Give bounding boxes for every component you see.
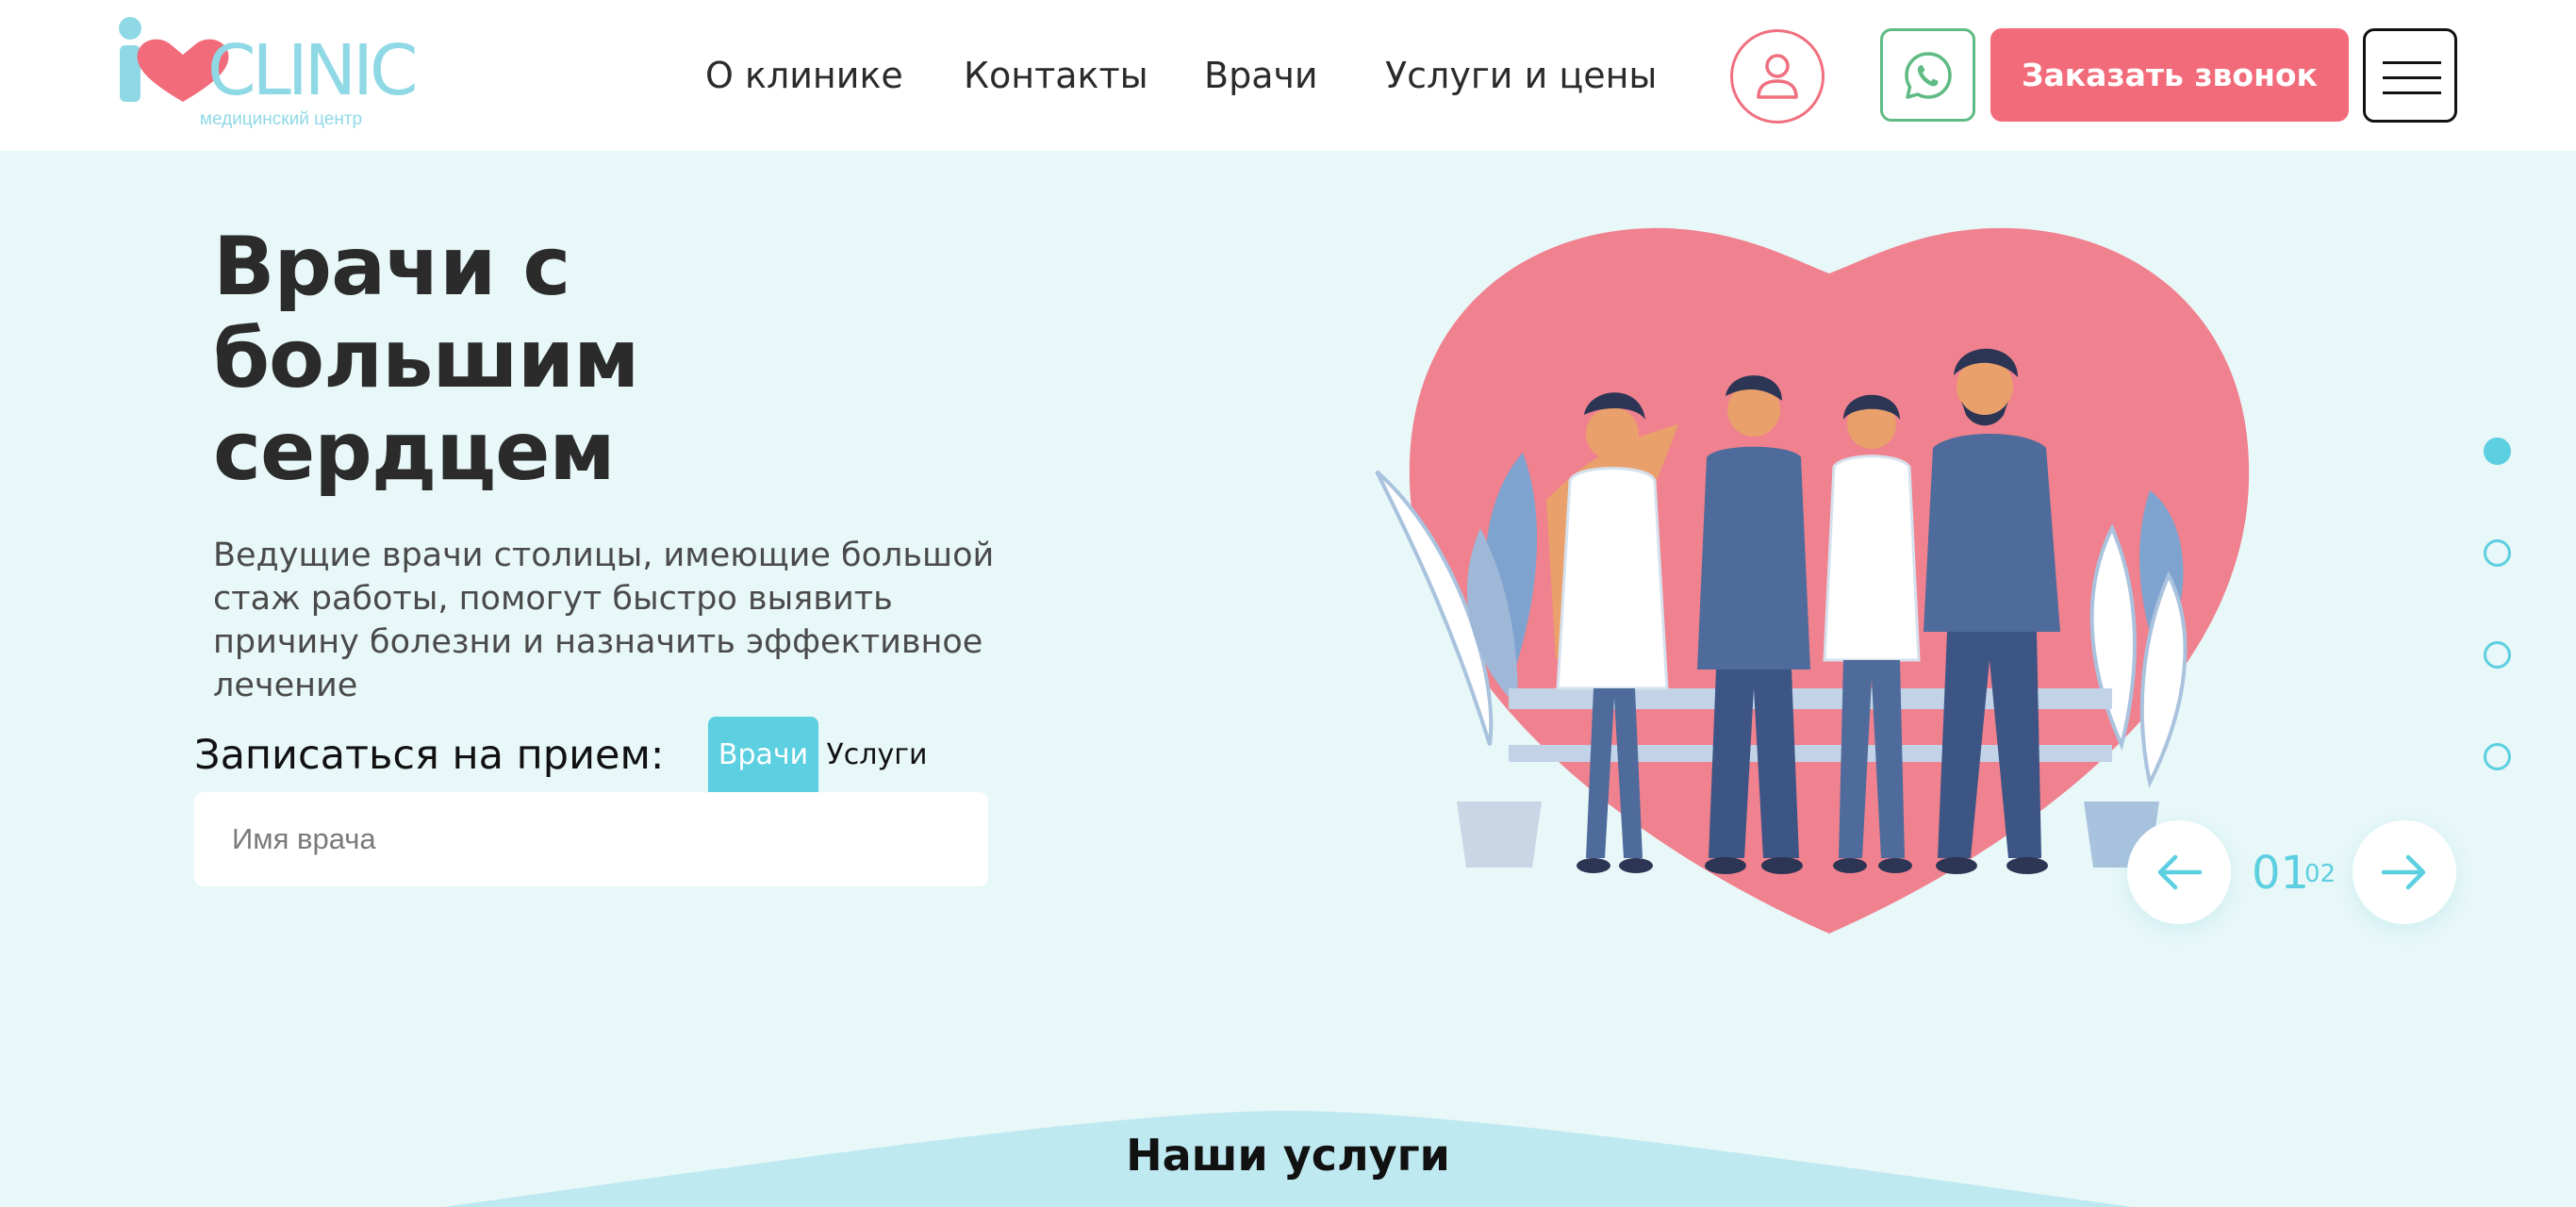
order-call-button[interactable]: Заказать звонок xyxy=(1990,28,2349,122)
slide-current-number: 01 xyxy=(2252,847,2310,900)
site-header: CLINIC медицинский центр О клинике Конта… xyxy=(0,0,2576,151)
slider-dot-1[interactable] xyxy=(2484,438,2511,465)
slider-dot-2[interactable] xyxy=(2484,539,2511,567)
hero-title: Врачи с большим сердцем xyxy=(213,220,639,499)
tab-services[interactable]: Услуги xyxy=(820,717,933,792)
arrow-right-icon xyxy=(2381,854,2426,890)
nav-item-contacts[interactable]: Контакты xyxy=(964,55,1148,96)
slider-dot-3[interactable] xyxy=(2484,641,2511,669)
nav-item-services-prices[interactable]: Услуги и цены xyxy=(1385,55,1657,96)
hero-description: Ведущие врачи столицы, имеющие большой с… xyxy=(213,537,995,704)
slider-dot-4[interactable] xyxy=(2484,743,2511,770)
hamburger-menu-icon xyxy=(2383,61,2441,64)
whatsapp-icon xyxy=(1904,51,1952,99)
nav-item-doctors[interactable]: Врачи xyxy=(1204,55,1318,96)
services-section-title: Наши услуги xyxy=(1126,1130,1450,1181)
doctor-name-input[interactable] xyxy=(194,792,988,886)
user-icon xyxy=(1757,54,1798,99)
logo-wordmark: CLINIC xyxy=(207,30,419,111)
booking-label: Записаться на прием: xyxy=(194,732,665,779)
slider-next-button[interactable] xyxy=(2353,820,2456,924)
arrow-left-icon xyxy=(2157,854,2203,890)
profile-button[interactable] xyxy=(1730,29,1825,124)
menu-button[interactable] xyxy=(2363,28,2457,123)
slide-total-number: 02 xyxy=(2304,860,2337,888)
clinic-logo[interactable]: CLINIC медицинский центр xyxy=(117,17,419,134)
whatsapp-button[interactable] xyxy=(1880,28,1975,122)
logo-tagline: медицинский центр xyxy=(199,109,363,129)
tab-doctors[interactable]: Врачи xyxy=(708,717,818,792)
slider-prev-button[interactable] xyxy=(2127,820,2231,924)
nav-item-about[interactable]: О клинике xyxy=(705,55,903,96)
